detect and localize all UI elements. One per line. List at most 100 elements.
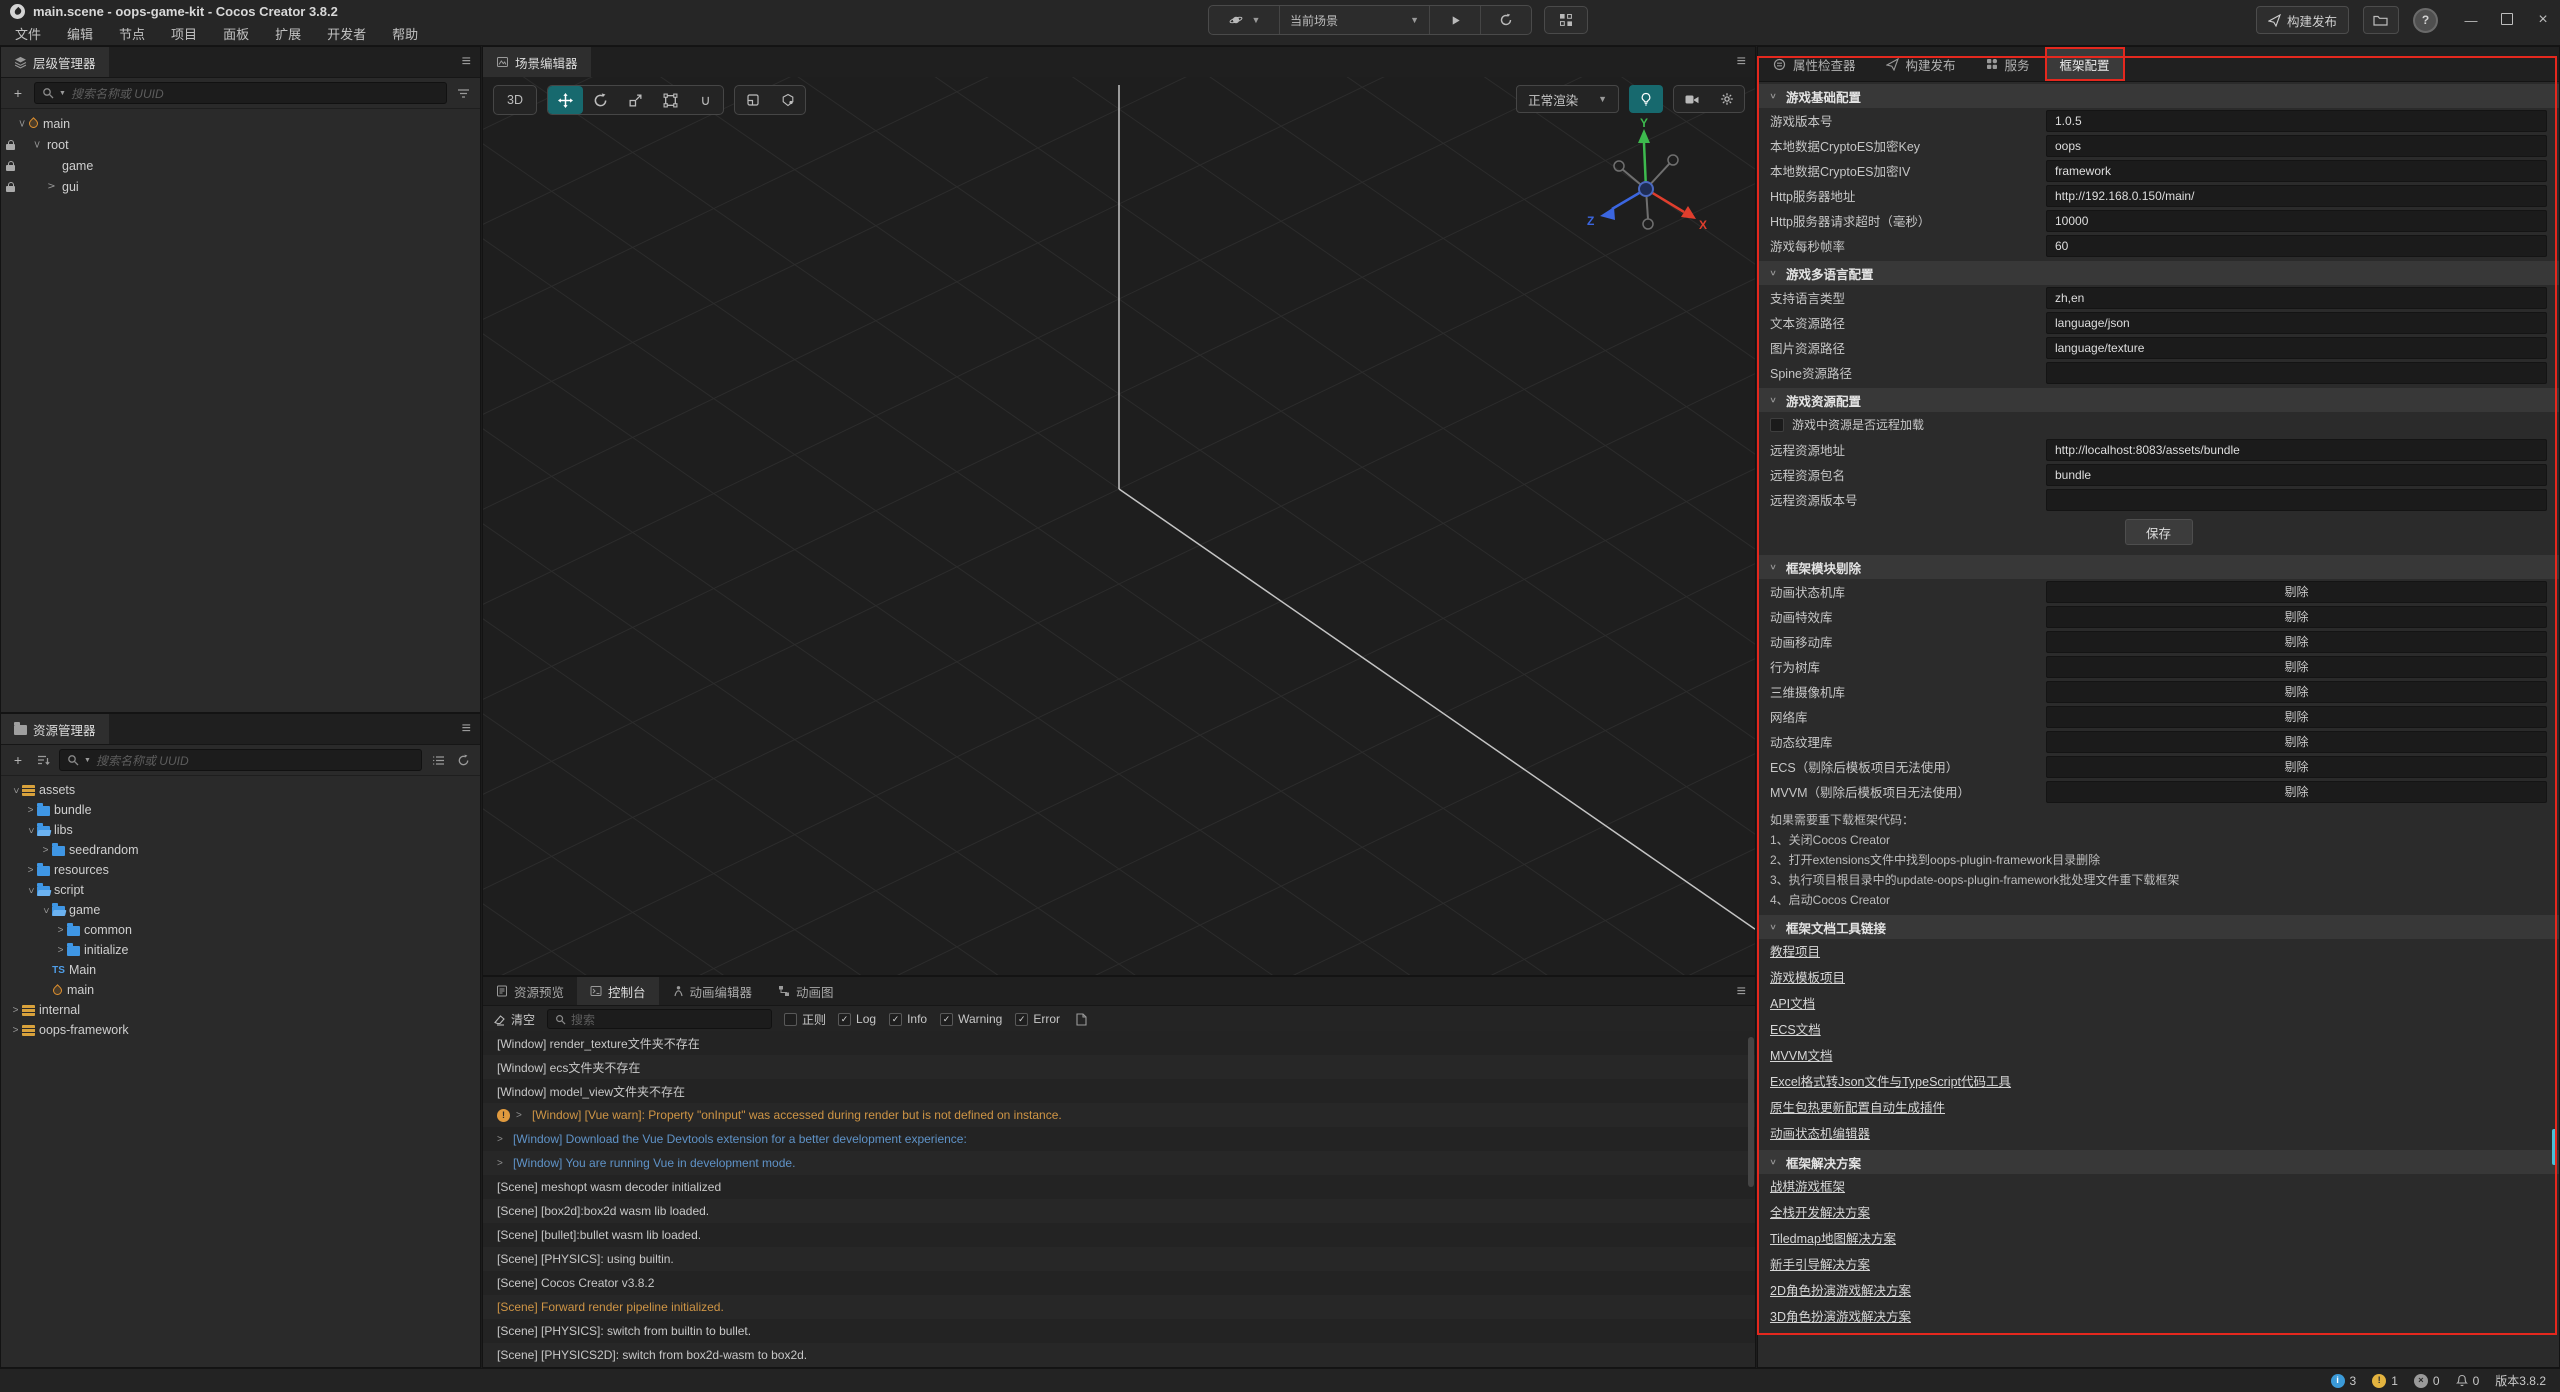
device-preview-button[interactable] <box>1544 6 1588 34</box>
filter-error[interactable]: ✓Error <box>1015 1012 1060 1026</box>
minimize-button[interactable]: — <box>2464 13 2478 28</box>
field-input-游戏版本号[interactable]: 1.0.5 <box>2046 110 2547 132</box>
reload-button[interactable] <box>1481 6 1531 34</box>
chevron-icon[interactable]: > <box>54 925 67 936</box>
chevron-icon[interactable]: > <box>25 884 36 897</box>
maximize-button[interactable] <box>2501 13 2513 25</box>
field-input-远程资源包名[interactable]: bundle <box>2046 464 2547 486</box>
link-战棋游戏框架[interactable]: 战棋游戏框架 <box>1770 1174 1845 1200</box>
refresh-assets-icon[interactable] <box>454 751 472 769</box>
tab-console-2[interactable]: 动画编辑器 <box>659 977 766 1005</box>
tab-console-3[interactable]: 动画图 <box>765 977 847 1005</box>
axis-gizmo[interactable]: Y X Z <box>1581 117 1711 247</box>
section-header-5[interactable]: >框架解决方案 <box>1758 1150 2559 1174</box>
remove-module-button[interactable]: 剔除 <box>2046 631 2547 653</box>
chevron-icon[interactable]: > <box>54 945 67 956</box>
console-message-1[interactable]: [Window] ecs文件夹不存在 <box>483 1055 1755 1079</box>
remove-module-button[interactable]: 剔除 <box>2046 656 2547 678</box>
link-ECS文档[interactable]: ECS文档 <box>1770 1017 1821 1043</box>
tab-inspector-2[interactable]: 服务 <box>1971 47 2045 81</box>
menubar-item-2[interactable]: 节点 <box>106 24 158 45</box>
field-input-游戏每秒帧率[interactable]: 60 <box>2046 235 2547 257</box>
tab-inspector-0[interactable]: 属性检查器 <box>1758 47 1871 81</box>
console-message-2[interactable]: [Window] model_view文件夹不存在 <box>483 1079 1755 1103</box>
console-message-12[interactable]: [Scene] [PHYSICS]: switch from builtin t… <box>483 1319 1755 1343</box>
link-新手引导解决方案[interactable]: 新手引导解决方案 <box>1770 1252 1870 1278</box>
chevron-icon[interactable]: > <box>10 784 21 797</box>
console-menu-icon[interactable]: ≡ <box>1737 982 1746 1002</box>
console-message-5[interactable]: >[Window] You are running Vue in develop… <box>483 1151 1755 1175</box>
hierarchy-filter-icon[interactable] <box>454 84 472 102</box>
console-scrollbar[interactable] <box>1748 1037 1754 1187</box>
chevron-icon[interactable]: > <box>9 1025 22 1036</box>
menubar-item-4[interactable]: 面板 <box>210 24 262 45</box>
chevron-icon[interactable]: > <box>16 117 27 130</box>
section-header-3[interactable]: >框架模块剔除 <box>1758 555 2559 579</box>
hierarchy-menu-icon[interactable]: ≡ <box>462 52 471 72</box>
console-message-11[interactable]: [Scene] Forward render pipeline initiali… <box>483 1295 1755 1319</box>
chevron-icon[interactable]: > <box>9 1005 22 1016</box>
link-教程项目[interactable]: 教程项目 <box>1770 939 1820 965</box>
filter-info[interactable]: ✓Info <box>889 1012 927 1026</box>
tab-hierarchy[interactable]: 层级管理器 <box>1 47 109 77</box>
rotate-tool-button[interactable] <box>583 86 618 114</box>
search-type-caret-icon[interactable]: ▼ <box>59 90 66 97</box>
remove-module-button[interactable]: 剔除 <box>2046 581 2547 603</box>
open-project-folder-button[interactable] <box>2363 6 2399 34</box>
link-2D角色扮演游戏解决方案[interactable]: 2D角色扮演游戏解决方案 <box>1770 1278 1911 1304</box>
link-动画状态机编辑器[interactable]: 动画状态机编辑器 <box>1770 1121 1870 1147</box>
tab-inspector-1[interactable]: 构建发布 <box>1871 47 1971 81</box>
remove-module-button[interactable]: 剔除 <box>2046 706 2547 728</box>
scene-viewport[interactable]: 3D ∪ <box>483 77 1755 975</box>
asset-node-resources[interactable]: >resources <box>1 860 480 880</box>
asset-node-common[interactable]: >common <box>1 920 480 940</box>
console-message-10[interactable]: [Scene] Cocos Creator v3.8.2 <box>483 1271 1755 1295</box>
search-type-caret-icon[interactable]: ▼ <box>84 757 91 764</box>
tab-console-1[interactable]: 控制台 <box>577 977 659 1005</box>
sort-assets-icon[interactable] <box>34 751 52 769</box>
scene-select[interactable]: 当前场景 ▼ <box>1280 6 1430 34</box>
field-input-本地数据CryptoES加密IV[interactable]: framework <box>2046 160 2547 182</box>
tab-scene-editor[interactable]: 场景编辑器 <box>483 47 591 77</box>
link-MVVM文档[interactable]: MVVM文档 <box>1770 1043 1833 1069</box>
tab-framework-config[interactable]: 框架配置 <box>2045 47 2125 81</box>
asset-node-seedrandom[interactable]: >seedrandom <box>1 840 480 860</box>
filter-checkbox[interactable]: ✓ <box>1015 1013 1028 1026</box>
create-node-button[interactable]: + <box>9 84 27 102</box>
link-原生包热更新配置自动生成插件[interactable]: 原生包热更新配置自动生成插件 <box>1770 1095 1945 1121</box>
filter-checkbox[interactable]: ✓ <box>838 1013 851 1026</box>
field-input-本地数据CryptoES加密Key[interactable]: oops <box>2046 135 2547 157</box>
asset-node-game[interactable]: >game <box>1 900 480 920</box>
filter-log[interactable]: ✓Log <box>838 1012 876 1026</box>
chevron-icon[interactable]: > <box>31 138 42 151</box>
transform-tool-button[interactable]: ∪ <box>688 86 723 114</box>
console-message-9[interactable]: [Scene] [PHYSICS]: using builtin. <box>483 1247 1755 1271</box>
help-button[interactable]: ? <box>2413 8 2438 33</box>
hierarchy-node-gui[interactable]: >gui <box>1 176 480 197</box>
export-log-icon[interactable] <box>1072 1010 1090 1028</box>
link-3D角色扮演游戏解决方案[interactable]: 3D角色扮演游戏解决方案 <box>1770 1304 1911 1330</box>
tab-assets[interactable]: 资源管理器 <box>1 714 109 744</box>
console-message-7[interactable]: [Scene] [box2d]:box2d wasm lib loaded. <box>483 1199 1755 1223</box>
menubar-item-5[interactable]: 扩展 <box>262 24 314 45</box>
filter-warning[interactable]: ✓Warning <box>940 1012 1002 1026</box>
hierarchy-search-input[interactable]: ▼ 搜索名称或 UUID <box>34 82 447 104</box>
render-mode-select[interactable]: 正常渲染 ▼ <box>1516 85 1619 113</box>
asset-node-initialize[interactable]: >initialize <box>1 940 480 960</box>
hierarchy-node-root[interactable]: >root <box>1 134 480 155</box>
create-asset-button[interactable]: + <box>9 751 27 769</box>
close-button[interactable]: × <box>2536 11 2550 29</box>
console-search-input[interactable]: 搜索 <box>547 1009 772 1029</box>
console-message-0[interactable]: [Window] render_texture文件夹不存在 <box>483 1031 1755 1055</box>
field-input-图片资源路径[interactable]: language/texture <box>2046 337 2547 359</box>
regex-toggle[interactable]: 正则 <box>784 1011 826 1028</box>
asset-node-oops-framework[interactable]: >oops-framework <box>1 1020 480 1040</box>
menubar-item-0[interactable]: 文件 <box>2 24 54 45</box>
field-input-Http服务器地址[interactable]: http://192.168.0.150/main/ <box>2046 185 2547 207</box>
console-message-6[interactable]: [Scene] meshopt wasm decoder initialized <box>483 1175 1755 1199</box>
console-message-4[interactable]: >[Window] Download the Vue Devtools exte… <box>483 1127 1755 1151</box>
play-button[interactable] <box>1430 6 1481 34</box>
console-message-3[interactable]: !>[Window] [Vue warn]: Property "onInput… <box>483 1103 1755 1127</box>
scene-settings-button[interactable] <box>1709 86 1744 112</box>
chevron-icon[interactable]: > <box>39 845 52 856</box>
